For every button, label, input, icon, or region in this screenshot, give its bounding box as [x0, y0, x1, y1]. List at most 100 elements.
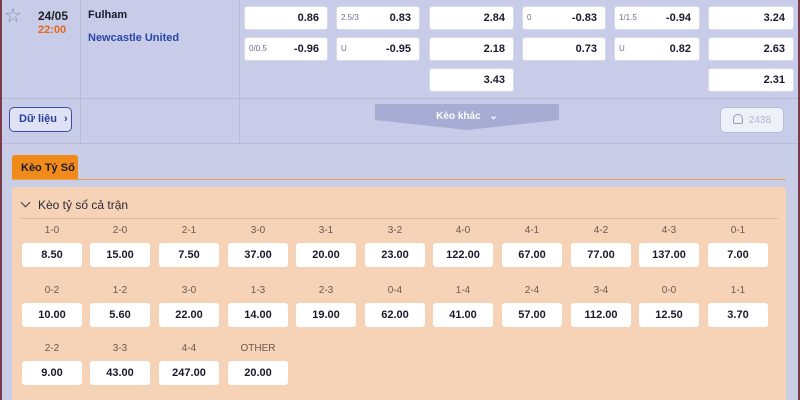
score-odd-button[interactable]: 7.00	[708, 243, 768, 267]
score-label: 4-3	[661, 225, 677, 236]
score-option[interactable]: 0-2 10.00	[22, 285, 82, 327]
odds-value: 0.83	[389, 12, 411, 24]
score-label: 1-0	[44, 225, 60, 236]
tab-underline	[12, 179, 786, 180]
score-odd-button[interactable]: 3.70	[708, 303, 768, 327]
divider	[2, 98, 798, 99]
score-option[interactable]: 1-0 8.50	[22, 225, 82, 267]
favorite-star-icon[interactable]: ☆	[4, 6, 24, 26]
score-odd-button[interactable]: 122.00	[433, 243, 493, 267]
score-label: 2-1	[181, 225, 197, 236]
score-option[interactable]: 1-2 5.60	[90, 285, 150, 327]
score-odd-button[interactable]: 12.50	[639, 303, 699, 327]
score-label: 4-4	[181, 343, 197, 354]
odds-cell[interactable]: 3.43	[429, 68, 514, 92]
score-option[interactable]: 3-0 22.00	[159, 285, 219, 327]
score-odd-button[interactable]: 23.00	[365, 243, 425, 267]
score-odd-button[interactable]: 19.00	[296, 303, 356, 327]
score-odd-button[interactable]: 9.00	[22, 361, 82, 385]
score-option[interactable]: 2-0 15.00	[90, 225, 150, 267]
score-label: 3-2	[387, 225, 403, 236]
score-label: 0-0	[661, 285, 677, 296]
score-odd-button[interactable]: 20.00	[296, 243, 356, 267]
tab-correct-score[interactable]: Kèo Tỷ Số	[12, 155, 78, 179]
score-option[interactable]: 4-2 77.00	[571, 225, 631, 267]
odds-cell[interactable]: 0.86	[244, 6, 328, 30]
more-bets-button[interactable]: Kèo khác ⌄	[375, 104, 559, 130]
match-time: 22:00	[38, 24, 67, 36]
score-label: 1-3	[250, 285, 266, 296]
score-odd-button[interactable]: 77.00	[571, 243, 631, 267]
odds-cell[interactable]: U 0.82	[614, 37, 700, 61]
score-option[interactable]: 4-4 247.00	[159, 343, 219, 385]
score-option[interactable]: 2-2 9.00	[22, 343, 82, 385]
score-label: 1-4	[455, 285, 471, 296]
score-option[interactable]: 4-1 67.00	[502, 225, 562, 267]
odds-value: -0.96	[293, 43, 319, 55]
odds-cell[interactable]: 2.31	[708, 68, 794, 92]
score-option[interactable]: 2-4 57.00	[502, 285, 562, 327]
score-odd-button[interactable]: 62.00	[365, 303, 425, 327]
score-odd-button[interactable]: 7.50	[159, 243, 219, 267]
score-odd-button[interactable]: 41.00	[433, 303, 493, 327]
score-label: 3-3	[112, 343, 128, 354]
score-odd-button[interactable]: 137.00	[639, 243, 699, 267]
score-odd-button[interactable]: 15.00	[90, 243, 150, 267]
score-label: 3-4	[593, 285, 609, 296]
score-option[interactable]: 4-3 137.00	[639, 225, 699, 267]
score-option[interactable]: 3-1 20.00	[296, 225, 356, 267]
score-option[interactable]: 1-4 41.00	[433, 285, 493, 327]
score-option[interactable]: 0-1 7.00	[708, 225, 768, 267]
odds-value: 0.73	[575, 43, 597, 55]
divider	[2, 143, 798, 144]
score-option[interactable]: 3-4 112.00	[571, 285, 631, 327]
score-odd-button[interactable]: 67.00	[502, 243, 562, 267]
score-label: 2-0	[112, 225, 128, 236]
score-option[interactable]: 0-0 12.50	[639, 285, 699, 327]
score-option[interactable]: 0-4 62.00	[365, 285, 425, 327]
match-info-button[interactable]: Dữ liệu ›	[9, 107, 72, 132]
odds-cell[interactable]: 0.73	[522, 37, 606, 61]
score-option[interactable]: 2-3 19.00	[296, 285, 356, 327]
bettors-count-button[interactable]: 2438	[720, 107, 784, 133]
score-option[interactable]: 4-0 122.00	[433, 225, 493, 267]
score-option[interactable]: 1-1 3.70	[708, 285, 768, 327]
score-option[interactable]: 3-2 23.00	[365, 225, 425, 267]
handicap-line: 2.5/3	[341, 13, 359, 22]
odds-cell[interactable]: 2.5/3 0.83	[336, 6, 420, 30]
chevron-down-icon	[20, 197, 31, 208]
score-odd-button[interactable]: 10.00	[22, 303, 82, 327]
score-odd-button[interactable]: 20.00	[228, 361, 288, 385]
score-label: 0-1	[730, 225, 746, 236]
score-odd-button[interactable]: 5.60	[90, 303, 150, 327]
score-odd-button[interactable]: 8.50	[22, 243, 82, 267]
score-odd-button[interactable]: 22.00	[159, 303, 219, 327]
correct-score-panel: Kèo tỷ số cả trận 1-0 8.50 2-0 15.00 2-1 7.50…	[12, 187, 786, 400]
odds-cell[interactable]: 2.18	[429, 37, 514, 61]
odds-value: -0.95	[385, 43, 411, 55]
odds-value: 2.18	[483, 43, 505, 55]
score-option[interactable]: OTHER 20.00	[228, 343, 288, 385]
score-option[interactable]: 3-3 43.00	[90, 343, 150, 385]
score-option[interactable]: 1-3 14.00	[228, 285, 288, 327]
odds-cell[interactable]: 0 -0.83	[522, 6, 606, 30]
score-option[interactable]: 2-1 7.50	[159, 225, 219, 267]
odds-value: 2.63	[763, 43, 785, 55]
score-option[interactable]: 3-0 37.00	[228, 225, 288, 267]
odds-cell[interactable]: 3.24	[708, 6, 794, 30]
score-odd-button[interactable]: 37.00	[228, 243, 288, 267]
score-odd-button[interactable]: 112.00	[571, 303, 631, 327]
odds-cell[interactable]: 0/0.5 -0.96	[244, 37, 328, 61]
score-odd-button[interactable]: 247.00	[159, 361, 219, 385]
odds-cell[interactable]: 1/1.5 -0.94	[614, 6, 700, 30]
score-odd-button[interactable]: 14.00	[228, 303, 288, 327]
score-odd-button[interactable]: 43.00	[90, 361, 150, 385]
score-odd-button[interactable]: 57.00	[502, 303, 562, 327]
odds-value: 2.84	[483, 12, 505, 24]
divider	[20, 218, 778, 219]
odds-cell[interactable]: 2.84	[429, 6, 514, 30]
odds-cell[interactable]: U -0.95	[336, 37, 420, 61]
panel-header[interactable]: Kèo tỷ số cả trận	[20, 197, 128, 212]
odds-cell[interactable]: 2.63	[708, 37, 794, 61]
score-label: 0-2	[44, 285, 60, 296]
